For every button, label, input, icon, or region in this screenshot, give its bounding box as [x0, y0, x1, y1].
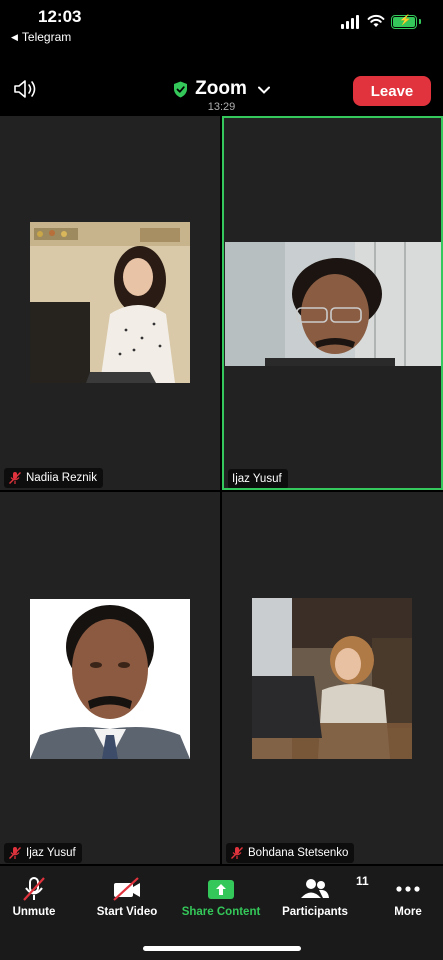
back-triangle-icon: ◀	[11, 31, 18, 42]
video-tile-ijaz-yusuf-active[interactable]: Ijaz Yusuf	[222, 116, 443, 490]
start-video-label: Start Video	[96, 906, 158, 918]
more-dots-icon	[396, 886, 420, 892]
participant-photo	[252, 598, 412, 759]
back-app-label: Telegram	[21, 30, 72, 44]
participant-name-tag: Ijaz Yusuf	[4, 843, 82, 863]
video-tile-bohdana-stetsenko[interactable]: Bohdana Stetsenko	[222, 492, 443, 864]
participant-name: Nadiia Reznik	[26, 472, 97, 484]
participant-name: Ijaz Yusuf	[232, 473, 282, 485]
start-video-button[interactable]: Start Video	[82, 874, 172, 918]
participants-label: Participants	[282, 906, 348, 918]
chevron-down-icon	[257, 86, 270, 94]
wifi-icon	[367, 14, 385, 27]
share-content-button[interactable]: Share Content	[176, 874, 266, 918]
muted-mic-icon	[9, 847, 21, 859]
share-content-label: Share Content	[181, 906, 261, 918]
leave-button[interactable]: Leave	[353, 76, 431, 106]
meeting-header: Zoom 13:29 Leave	[0, 48, 443, 114]
video-tile-nadiia-reznik[interactable]: Nadiia Reznik	[0, 116, 220, 490]
participant-photo	[30, 222, 190, 383]
muted-mic-icon	[231, 847, 243, 859]
participants-button[interactable]: 11 Participants	[270, 874, 369, 918]
unmute-button[interactable]: Unmute	[0, 874, 79, 918]
participant-name-tag: Nadiia Reznik	[4, 468, 103, 488]
secure-shield-icon	[174, 81, 188, 97]
participants-icon	[301, 879, 329, 898]
muted-mic-icon	[9, 472, 21, 484]
status-time: 12:03	[38, 7, 82, 26]
participant-name: Ijaz Yusuf	[26, 847, 76, 859]
home-indicator[interactable]	[143, 946, 301, 951]
share-screen-icon	[208, 880, 234, 899]
more-button[interactable]: More	[363, 874, 443, 918]
participant-photo	[30, 599, 190, 759]
participant-name: Bohdana Stetsenko	[248, 847, 349, 859]
muted-mic-icon	[23, 877, 45, 901]
signal-icon	[341, 15, 359, 29]
meeting-title: Zoom	[195, 78, 247, 99]
participant-name-tag: Bohdana Stetsenko	[226, 843, 355, 863]
battery-charging-icon: ⚡	[391, 15, 421, 29]
unmute-label: Unmute	[12, 906, 56, 918]
participant-name-tag: Ijaz Yusuf	[228, 469, 288, 488]
status-bar: 12:03 ◀ Telegram ⚡	[0, 0, 443, 48]
back-to-app-link[interactable]: ◀ Telegram	[11, 30, 71, 44]
more-label: More	[394, 906, 422, 918]
video-tile-ijaz-yusuf[interactable]: Ijaz Yusuf	[0, 492, 220, 864]
video-off-icon	[113, 877, 140, 901]
participant-video	[225, 242, 441, 366]
